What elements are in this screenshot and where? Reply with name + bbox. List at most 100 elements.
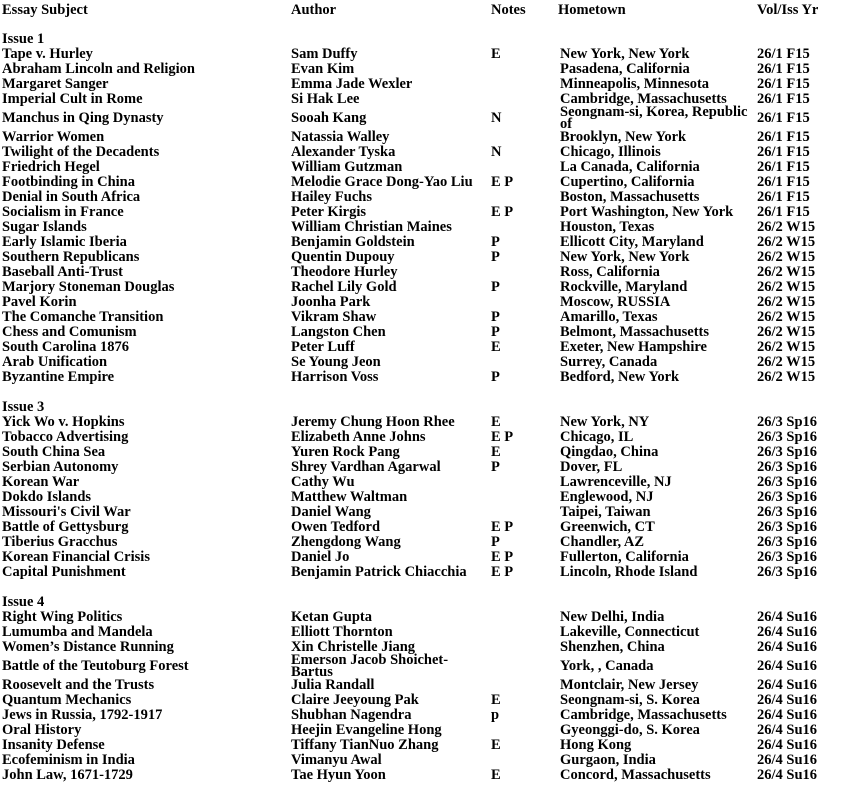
table-row: Margaret Sanger Emma Jade Wexler Minneapol… xyxy=(0,77,844,92)
vol-iss-yr-cell: 26/1 F15 xyxy=(757,76,810,92)
vol-iss-yr-cell: 26/1 F15 xyxy=(757,46,810,62)
essay-subject-cell: Right Wing Politics xyxy=(2,609,123,625)
table-row: Warrior Women Natassia Walley Brooklyn, Ne… xyxy=(0,130,844,145)
table-row: Right Wing Politics Ketan Gupta New Delhi,… xyxy=(0,610,844,625)
essay-subject-cell: Tobacco Advertising xyxy=(2,429,129,445)
vol-iss-yr-cell: 26/3 Sp16 xyxy=(757,444,818,460)
header-hometown: Hometown xyxy=(558,2,626,18)
notes-cell: E xyxy=(491,692,501,708)
hometown-cell: New Delhi, India xyxy=(560,609,665,625)
blank-row xyxy=(0,580,844,595)
essay-subject-cell: John Law, 1671-1729 xyxy=(2,767,133,783)
table-row: Arab Unification Se Young Jeon Surrey, Can… xyxy=(0,355,844,370)
notes-cell xyxy=(489,678,556,693)
table-row: Oral History Heejin Evangeline Hong Gyeong… xyxy=(0,723,844,738)
hometown-cell: Surrey, Canada xyxy=(560,354,658,370)
vol-iss-yr-cell: 26/2 W15 xyxy=(757,234,816,250)
essay-subject-cell: Insanity Defense xyxy=(2,737,105,753)
hometown-cell: Greenwich, CT xyxy=(560,519,655,535)
author-cell: Daniel Jo xyxy=(291,549,350,565)
essay-subject-cell: Chess and Comunism xyxy=(2,324,137,340)
vol-iss-yr-cell: 26/1 F15 xyxy=(757,204,810,220)
notes-cell xyxy=(489,655,556,678)
essay-subject-cell: Sugar Islands xyxy=(2,219,87,235)
vol-iss-yr-cell: 26/4 Su16 xyxy=(757,624,818,640)
table-row: Sugar Islands William Christian Maines Hou… xyxy=(0,220,844,235)
essay-subject-cell: Jews in Russia, 1792-1917 xyxy=(2,707,163,723)
vol-iss-yr-cell: 26/4 Su16 xyxy=(757,609,818,625)
author-cell: Harrison Voss xyxy=(291,369,379,385)
hometown-cell: Brooklyn, New York xyxy=(560,129,687,145)
notes-cell: N xyxy=(491,110,502,126)
essay-index-table: Essay Subject Author Notes Hometown Vol/… xyxy=(0,2,844,783)
author-cell: Tae Hyun Yoon xyxy=(291,767,386,783)
notes-cell: E xyxy=(491,444,501,460)
author-cell: Yuren Rock Pang xyxy=(291,444,400,460)
author-cell: Sooah Kang xyxy=(291,110,367,126)
notes-cell: P xyxy=(491,279,500,295)
essay-subject-cell: Lumumba and Mandela xyxy=(2,624,153,640)
hometown-cell: Seongnam-si, S. Korea xyxy=(560,692,700,708)
essay-subject-cell: Pavel Korin xyxy=(2,294,77,310)
author-cell: Benjamin Patrick Chiacchia xyxy=(291,564,467,580)
essay-subject-cell: Southern Republicans xyxy=(2,249,140,265)
section-label: Issue 3 xyxy=(2,399,45,415)
vol-iss-yr-cell: 26/1 F15 xyxy=(757,129,810,145)
vol-iss-yr-cell: 26/1 F15 xyxy=(757,91,810,107)
hometown-cell: Houston, Texas xyxy=(560,219,655,235)
author-cell: Shrey Vardhan Agarwal xyxy=(291,459,441,475)
essay-subject-cell: Korean Financial Crisis xyxy=(2,549,150,565)
hometown-cell: Chandler, AZ xyxy=(560,534,645,550)
table-row: Chess and Comunism Langston Chen P Belmont,… xyxy=(0,325,844,340)
essay-subject-cell: Marjory Stoneman Douglas xyxy=(2,279,175,295)
vol-iss-yr-cell: 26/2 W15 xyxy=(757,279,816,295)
author-cell: Alexander Tyska xyxy=(291,144,396,160)
hometown-cell: Bedford, New York xyxy=(560,369,680,385)
hometown-cell: Montclair, New Jersey xyxy=(560,677,699,693)
vol-iss-yr-cell: 26/3 Sp16 xyxy=(757,504,818,520)
vol-iss-yr-cell: 26/3 Sp16 xyxy=(757,459,818,475)
table-row: Marjory Stoneman Douglas Rachel Lily Gold… xyxy=(0,280,844,295)
table-row: Abraham Lincoln and Religion Evan Kim Pasa… xyxy=(0,62,844,77)
author-cell: Zhengdong Wang xyxy=(291,534,401,550)
essay-subject-cell: Imperial Cult in Rome xyxy=(2,91,143,107)
essay-subject-cell: Friedrich Hegel xyxy=(2,159,100,175)
author-cell: Joonha Park xyxy=(291,294,371,310)
essay-subject-cell: Ecofeminism in India xyxy=(2,752,135,768)
author-cell: Peter Kirgis xyxy=(291,204,367,220)
notes-cell xyxy=(489,625,556,640)
vol-iss-yr-cell: 26/1 F15 xyxy=(757,159,810,175)
blank-row xyxy=(0,385,844,400)
notes-cell: P xyxy=(491,324,500,340)
table-row: Footbinding in China Melodie Grace Dong-Y… xyxy=(0,175,844,190)
author-cell: Cathy Wu xyxy=(291,474,355,490)
hometown-cell: Concord, Massachusetts xyxy=(560,767,711,783)
hometown-cell: Hong Kong xyxy=(560,737,632,753)
table-row: Battle of the Teutoburg Forest Emerson Ja… xyxy=(0,653,844,679)
author-cell: Evan Kim xyxy=(291,61,355,77)
author-cell: Heejin Evangeline Hong xyxy=(291,722,442,738)
vol-iss-yr-cell: 26/2 W15 xyxy=(757,369,816,385)
notes-cell: P xyxy=(491,234,500,250)
notes-cell xyxy=(489,130,556,145)
notes-cell: E P xyxy=(491,204,514,220)
vol-iss-yr-cell: 26/3 Sp16 xyxy=(757,489,818,505)
notes-cell: P xyxy=(491,369,500,385)
vol-iss-yr-cell: 26/3 Sp16 xyxy=(757,429,818,445)
vol-iss-yr-cell: 26/2 W15 xyxy=(757,219,816,235)
vol-iss-yr-cell: 26/3 Sp16 xyxy=(757,474,818,490)
table-row: Korean War Cathy Wu Lawrenceville, NJ 26/3 … xyxy=(0,475,844,490)
author-cell: Se Young Jeon xyxy=(291,354,381,370)
notes-cell xyxy=(489,475,556,490)
author-cell: Emma Jade Wexler xyxy=(291,76,413,92)
hometown-cell: York, , Canada xyxy=(560,658,654,674)
table-row: Denial in South Africa Hailey Fuchs Boston… xyxy=(0,190,844,205)
hometown-cell: Seongnam-si, Korea, Republic of xyxy=(560,104,748,132)
notes-cell: E xyxy=(491,767,501,783)
essay-subject-cell: Byzantine Empire xyxy=(2,369,115,385)
hometown-cell: Gyeonggi-do, S. Korea xyxy=(560,722,700,738)
vol-iss-yr-cell: 26/4 Su16 xyxy=(757,658,818,674)
hometown-cell: Cambridge, Massachusetts xyxy=(560,707,727,723)
notes-cell: E P xyxy=(491,564,514,580)
essay-subject-cell: Arab Unification xyxy=(2,354,108,370)
